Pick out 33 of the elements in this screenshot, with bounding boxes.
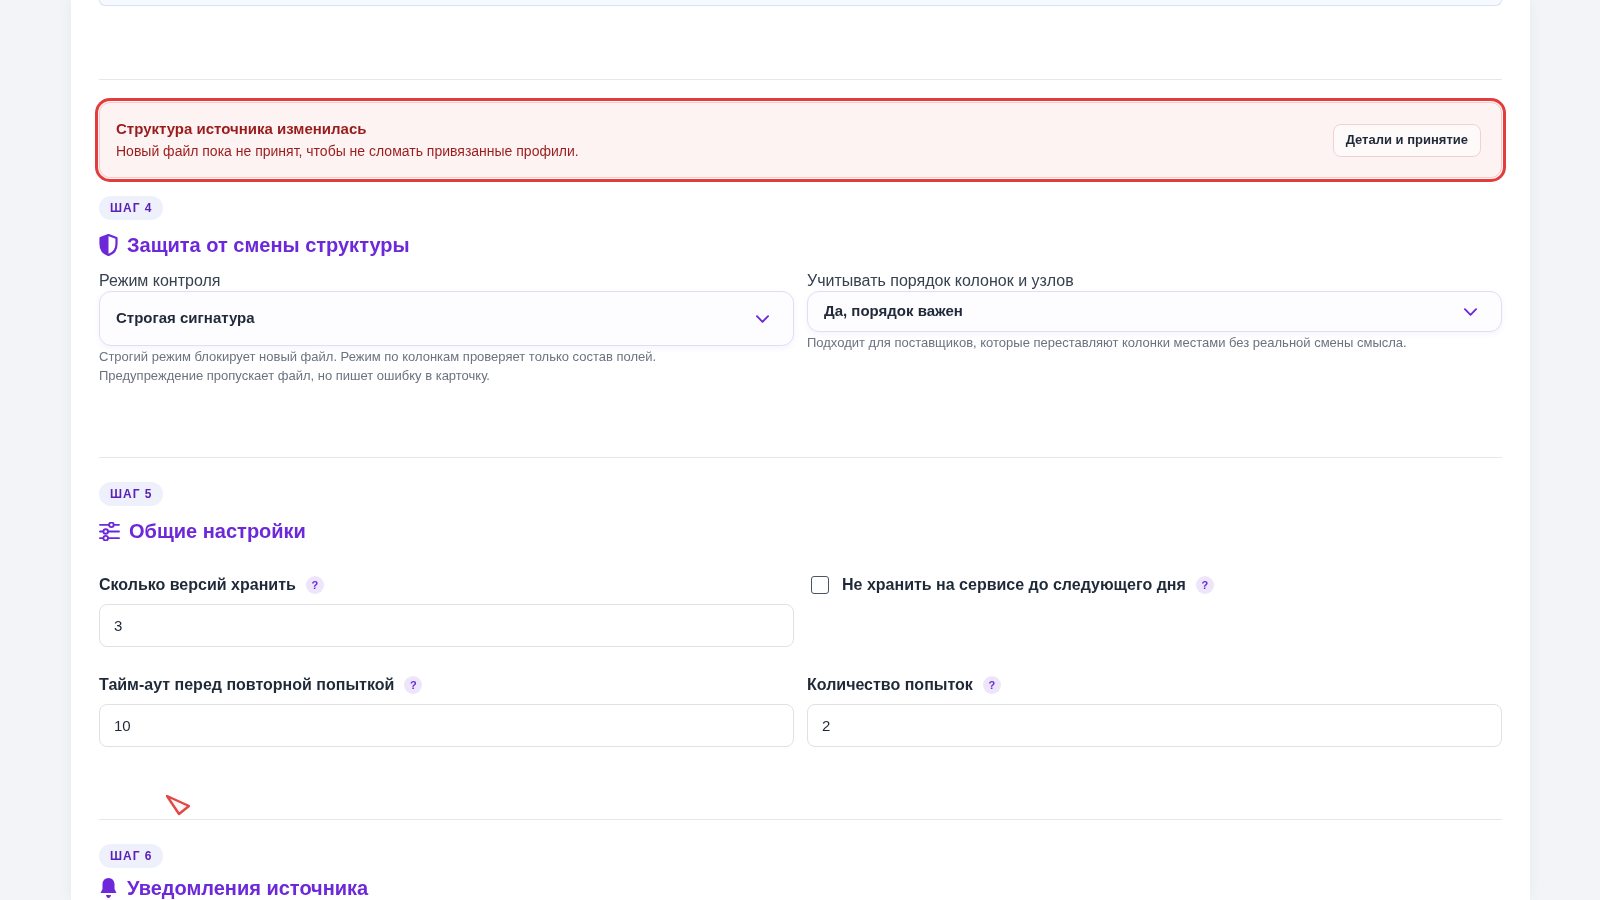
step-badge: ШАГ 5 xyxy=(99,482,164,506)
details-button[interactable]: Детали и принятие xyxy=(1332,123,1481,157)
dropdown-select[interactable]: Да, порядок важен xyxy=(807,291,1502,332)
field-label: Тайм-аут перед повторной попыткой xyxy=(99,675,395,695)
section-title: Уведомления источника xyxy=(127,877,369,899)
field-label: Сколько версий хранить xyxy=(99,575,296,595)
dropdown-select[interactable]: Строгая сигнатура xyxy=(99,291,794,346)
text-input[interactable]: 3 xyxy=(99,604,794,647)
checkbox-label: Не хранить на сервисе до следующего дня xyxy=(842,575,1186,595)
sliders-icon xyxy=(99,521,120,541)
help-button[interactable]: ? xyxy=(1195,576,1214,594)
pointer-icon xyxy=(165,794,191,816)
help-button[interactable]: ? xyxy=(982,676,1001,694)
chevron-down-icon xyxy=(756,314,769,323)
help-text: Подходит для поставщиков, которые переставляют колонки местами без реальной смены смысла. xyxy=(807,334,1407,352)
checkbox[interactable] xyxy=(811,576,829,594)
shield-icon xyxy=(99,234,118,256)
section-title: Общие настройки xyxy=(129,520,306,542)
field-label: Учитывать порядок колонок и узлов xyxy=(807,271,1075,291)
alert-title: Структура источника изменилась xyxy=(116,119,368,139)
step-badge: ШАГ 6 xyxy=(99,844,164,868)
field-label: Режим контроля xyxy=(99,271,222,291)
section-title: Защита от смены структуры xyxy=(127,234,410,256)
bell-icon xyxy=(99,877,118,899)
step-badge: ШАГ 4 xyxy=(99,196,164,220)
field-label: Количество попыток xyxy=(807,675,973,695)
alert-message: Новый файл пока не принят, чтобы не сломать привязанные профили. xyxy=(116,142,579,161)
help-button[interactable]: ? xyxy=(305,576,324,594)
chevron-down-icon xyxy=(1464,307,1477,316)
help-button[interactable]: ? xyxy=(404,676,423,694)
text-input[interactable]: 2 xyxy=(807,704,1502,747)
help-text: Строгий режим блокирует новый файл. Режим по колонкам проверяет только состав полей. Предупреждение пропускает файл, но пишет ошибку в карточку. xyxy=(99,348,657,385)
text-input[interactable]: 10 xyxy=(99,704,794,747)
